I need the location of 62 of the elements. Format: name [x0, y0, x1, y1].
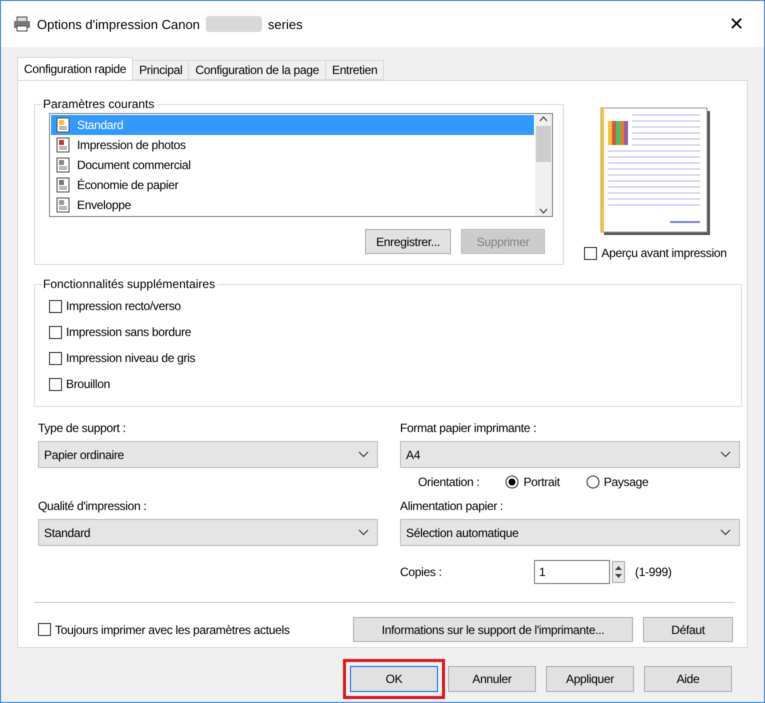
radio-label: Portrait: [523, 475, 560, 489]
tab[interactable]: Configuration rapide: [17, 57, 134, 80]
chevron-down-icon: [720, 451, 731, 458]
checkbox-label: Impression niveau de gris: [66, 351, 196, 365]
printer-info-button[interactable]: Informations sur le support de l'imprimante...: [353, 617, 633, 642]
checkbox[interactable]: [584, 246, 598, 260]
list-item[interactable]: Économie de papier: [51, 175, 534, 195]
checkbox[interactable]: [38, 623, 51, 636]
action-button[interactable]: Enregistrer...: [365, 229, 451, 254]
dialog-button[interactable]: Annuler: [448, 666, 536, 692]
field-label: Qualité d'impression :: [38, 499, 148, 513]
field-label: Type de support :: [38, 421, 127, 435]
document-icon: [55, 157, 71, 173]
document-icon: [55, 177, 71, 193]
tab[interactable]: Principal: [132, 60, 190, 80]
printer-icon: [13, 16, 31, 32]
group-title: Paramètres courants: [42, 97, 156, 111]
dialog-button[interactable]: Appliquer: [546, 666, 634, 692]
field-label: Format papier imprimante :: [400, 421, 538, 435]
copies-field[interactable]: 1: [534, 560, 610, 584]
chevron-down-icon[interactable]: [539, 208, 548, 214]
field-label: Alimentation papier :: [400, 499, 504, 513]
close-button[interactable]: ✕: [723, 11, 750, 37]
scrollbar[interactable]: [535, 114, 552, 216]
radio-label: Paysage: [604, 475, 648, 489]
dropdown[interactable]: Sélection automatique: [400, 519, 740, 546]
field-label: Copies :: [400, 565, 443, 579]
checkbox-label: Impression sans bordure: [66, 325, 192, 339]
field-label: Orientation :: [418, 475, 480, 489]
range-text: (1-999): [635, 565, 672, 579]
checkbox[interactable]: [49, 326, 62, 338]
chevron-down-icon: [358, 529, 369, 536]
spinner-icon[interactable]: [612, 561, 625, 583]
radio-button[interactable]: [586, 475, 600, 489]
radio-button[interactable]: [505, 475, 520, 489]
checkbox[interactable]: [49, 300, 62, 312]
checkbox-label: Toujours imprimer avec les paramètres actuels: [55, 622, 290, 636]
chevron-up-icon[interactable]: [539, 116, 548, 122]
window-title-suffix: series: [268, 16, 303, 32]
redacted-block: [206, 16, 262, 32]
dropdown[interactable]: A4: [400, 441, 740, 468]
list-item[interactable]: Document commercial: [51, 155, 534, 175]
checkbox-label: Aperçu avant impression: [601, 246, 727, 260]
list-item[interactable]: Impression de photos: [51, 135, 534, 155]
tab[interactable]: Configuration de la page: [188, 60, 326, 80]
document-icon: [55, 117, 71, 133]
window-title: Options d'impression Canon: [37, 16, 200, 32]
checkbox-label: Impression recto/verso: [66, 299, 181, 313]
dropdown[interactable]: Standard: [38, 519, 378, 546]
chevron-down-icon: [720, 529, 731, 536]
default-button[interactable]: Défaut: [643, 617, 733, 642]
chevron-down-icon: [358, 451, 369, 458]
checkbox[interactable]: [49, 352, 62, 364]
dialog-button[interactable]: Aide: [644, 666, 732, 692]
checkbox[interactable]: [49, 378, 62, 390]
group-title: Fonctionnalités supplémentaires: [42, 277, 216, 291]
tab[interactable]: Entretien: [324, 60, 384, 80]
document-icon: [55, 137, 71, 153]
document-icon: [55, 197, 71, 213]
checkbox-label: Brouillon: [66, 377, 110, 391]
dropdown[interactable]: Papier ordinaire: [38, 441, 378, 468]
list-item[interactable]: Enveloppe: [51, 195, 534, 215]
